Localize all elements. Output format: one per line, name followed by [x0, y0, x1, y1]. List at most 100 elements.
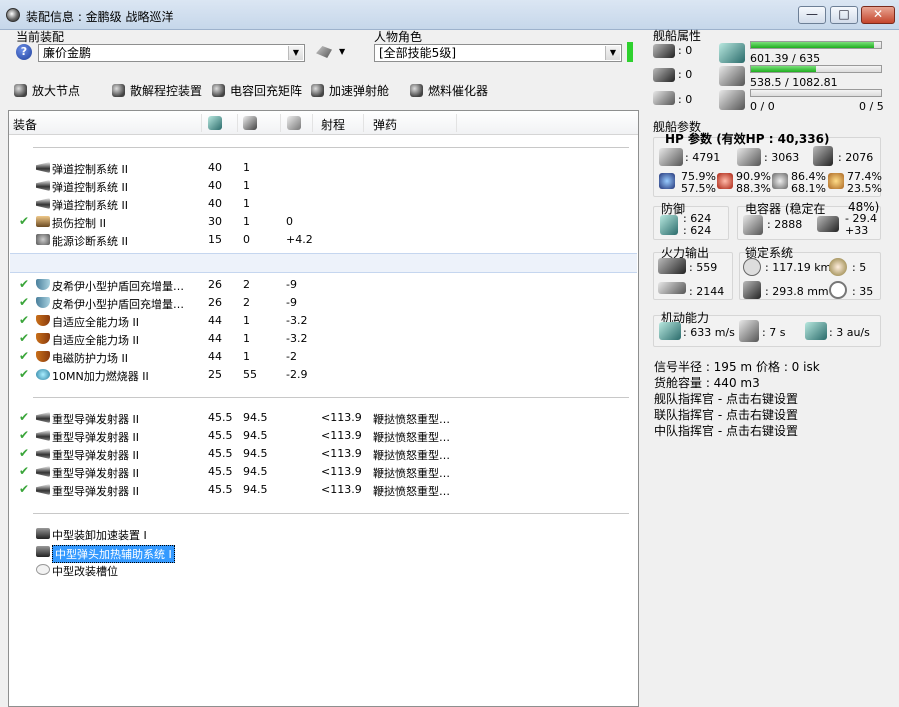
toolbar-item-cap-recharge[interactable]: 电容回充矩阵 — [212, 82, 302, 100]
fitting-label: 当前装配 — [16, 30, 65, 44]
fitting-select[interactable]: 廉价金鹏 ▼ — [38, 44, 305, 62]
module-row[interactable]: ✔ 重型导弹发射器 II 45.5 94.5 <113.9 鞭挞愤怒重型… — [9, 481, 638, 499]
launcher-count: 0 — [685, 68, 693, 81]
structure-icon — [813, 146, 833, 166]
defense-b: : 624 — [683, 224, 712, 237]
module-name: 重型导弹发射器 II — [52, 485, 139, 498]
calibration-icon — [719, 90, 745, 110]
chevron-down-icon[interactable]: ▼ — [339, 47, 345, 56]
module-icon — [36, 315, 50, 326]
em-resist: 75.9% 57.5% — [681, 171, 716, 195]
capacitor-delta-b: +33 — [845, 224, 869, 237]
module-row[interactable]: ✔ 皮希伊小型护盾回充增量… 26 2 -9 — [9, 276, 638, 294]
module-icon — [36, 484, 50, 495]
kinetic-resist: 86.4% 68.1% — [791, 171, 826, 195]
module-powergrid: 1 — [243, 197, 250, 210]
module-icon — [36, 412, 50, 423]
module-row[interactable]: 中型弹头加热辅助系统 I — [9, 543, 638, 563]
online-check-icon[interactable]: ✔ — [19, 214, 29, 228]
close-button[interactable]: ✕ — [861, 6, 895, 24]
powergrid-value: 538.5 / 1082.81 — [750, 76, 838, 89]
amplifier-icon — [14, 84, 27, 97]
module-row[interactable]: 弹道控制系统 II 40 1 — [9, 195, 638, 213]
module-cpu: 30 — [208, 215, 222, 228]
online-check-icon[interactable]: ✔ — [19, 482, 29, 496]
chevron-down-icon: ▼ — [288, 46, 303, 60]
thermal-resist: 90.9% 88.3% — [736, 171, 771, 195]
online-check-icon[interactable]: ✔ — [19, 277, 29, 291]
module-name: 自适应全能力场 II — [52, 316, 139, 329]
online-check-icon[interactable]: ✔ — [19, 446, 29, 460]
thermal-armor: 88.3% — [736, 182, 771, 195]
character-status-indicator — [627, 42, 633, 62]
toolbar-item-fuel[interactable]: 燃料催化器 — [410, 82, 488, 100]
module-row[interactable]: ✔ 损伤控制 II 30 1 0 — [9, 213, 638, 231]
ship-icon[interactable] — [316, 46, 332, 58]
module-row[interactable]: ✔ 自适应全能力场 II 44 1 -3.2 — [9, 312, 638, 330]
module-powergrid: 1 — [243, 215, 250, 228]
module-icon — [36, 198, 50, 209]
module-name: 重型导弹发射器 II — [52, 431, 139, 444]
capacitor-icon — [287, 116, 301, 130]
em-armor: 57.5% — [681, 182, 716, 195]
powergrid-bar — [750, 65, 882, 73]
module-row[interactable]: ✔ 重型导弹发射器 II 45.5 94.5 <113.9 鞭挞愤怒重型… — [9, 427, 638, 445]
powergrid-icon — [243, 116, 257, 130]
em-resist-icon — [659, 173, 675, 189]
fleet-commander[interactable]: 舰队指挥官 - 点击右键设置 — [654, 390, 798, 407]
module-name: 自适应全能力场 II — [52, 334, 139, 347]
align-time-icon — [739, 320, 759, 342]
module-cpu: 15 — [208, 233, 222, 246]
capacitor-recharge-icon — [817, 216, 839, 232]
toolbar-item-accelerator[interactable]: 加速弹射舱 — [311, 82, 389, 100]
character-label: 人物角色 — [374, 30, 423, 44]
module-row[interactable]: ✔ 重型导弹发射器 II 45.5 94.5 <113.9 鞭挞愤怒重型… — [9, 463, 638, 481]
cargo-capacity: 货舱容量 : 440 m3 — [654, 376, 760, 390]
module-row[interactable]: 中型装卸加速装置 I — [9, 525, 638, 543]
module-powergrid: 94.5 — [243, 447, 268, 460]
help-icon[interactable]: ? — [16, 44, 32, 60]
header-ammo[interactable]: 弹药 — [373, 116, 397, 133]
toolbar-item-capacitor[interactable]: 散解程控装置 — [112, 82, 202, 100]
capacitor-icon — [743, 215, 763, 235]
module-row[interactable]: ✔ 电磁防护力场 II 44 1 -2 — [9, 348, 638, 366]
online-check-icon[interactable]: ✔ — [19, 331, 29, 345]
maximize-button[interactable]: □ — [830, 6, 858, 24]
module-row[interactable]: ✔ 皮希伊小型护盾回充增量… 26 2 -9 — [9, 294, 638, 312]
drone-count: 0 — [685, 93, 693, 106]
module-cpu: 25 — [208, 368, 222, 381]
module-range: <113.9 — [321, 429, 362, 442]
online-check-icon[interactable]: ✔ — [19, 349, 29, 363]
module-icon — [36, 180, 50, 191]
module-row[interactable]: 弹道控制系统 II 40 1 — [9, 177, 638, 195]
module-icon — [36, 448, 50, 459]
module-row[interactable]: 中型改装槽位 — [9, 561, 638, 579]
toolbar-label: 燃料催化器 — [428, 84, 489, 98]
module-row[interactable]: ✔ 自适应全能力场 II 44 1 -3.2 — [9, 330, 638, 348]
toolbar-item-amplifier[interactable]: 放大节点 — [14, 82, 80, 100]
module-row[interactable]: ✔ 10MN加力燃烧器 II 25 55 -2.9 — [9, 366, 638, 384]
online-check-icon[interactable]: ✔ — [19, 295, 29, 309]
module-row[interactable]: ✔ 重型导弹发射器 II 45.5 94.5 <113.9 鞭挞愤怒重型… — [9, 409, 638, 427]
module-name: 中型改装槽位 — [52, 565, 118, 578]
module-list[interactable]: 装备 射程 弹药 弹道控制系统 II 40 1 弹道控制系统 II 40 1 弹道控制系统 … — [8, 110, 639, 707]
max-targets: : 5 — [852, 261, 867, 274]
character-select[interactable]: [全部技能5级] ▼ — [374, 44, 622, 62]
online-check-icon[interactable]: ✔ — [19, 464, 29, 478]
online-check-icon[interactable]: ✔ — [19, 367, 29, 381]
scan-resolution: : 293.8 mm — [765, 285, 829, 298]
cpu-icon — [719, 43, 745, 63]
header-name[interactable]: 装备 — [13, 116, 37, 133]
squad-commander[interactable]: 中队指挥官 - 点击右键设置 — [654, 422, 798, 439]
module-row[interactable]: 弹道控制系统 II 40 1 — [9, 159, 638, 177]
online-check-icon[interactable]: ✔ — [19, 428, 29, 442]
wing-commander[interactable]: 联队指挥官 - 点击右键设置 — [654, 406, 798, 423]
minimize-button[interactable]: — — [798, 6, 826, 24]
module-cpu: 26 — [208, 296, 222, 309]
module-row[interactable]: ✔ 重型导弹发射器 II 45.5 94.5 <113.9 鞭挞愤怒重型… — [9, 445, 638, 463]
online-check-icon[interactable]: ✔ — [19, 410, 29, 424]
module-icon — [36, 297, 50, 308]
online-check-icon[interactable]: ✔ — [19, 313, 29, 327]
header-range[interactable]: 射程 — [321, 116, 345, 133]
module-row[interactable]: 能源诊断系统 II 15 0 +4.2 — [9, 231, 638, 249]
